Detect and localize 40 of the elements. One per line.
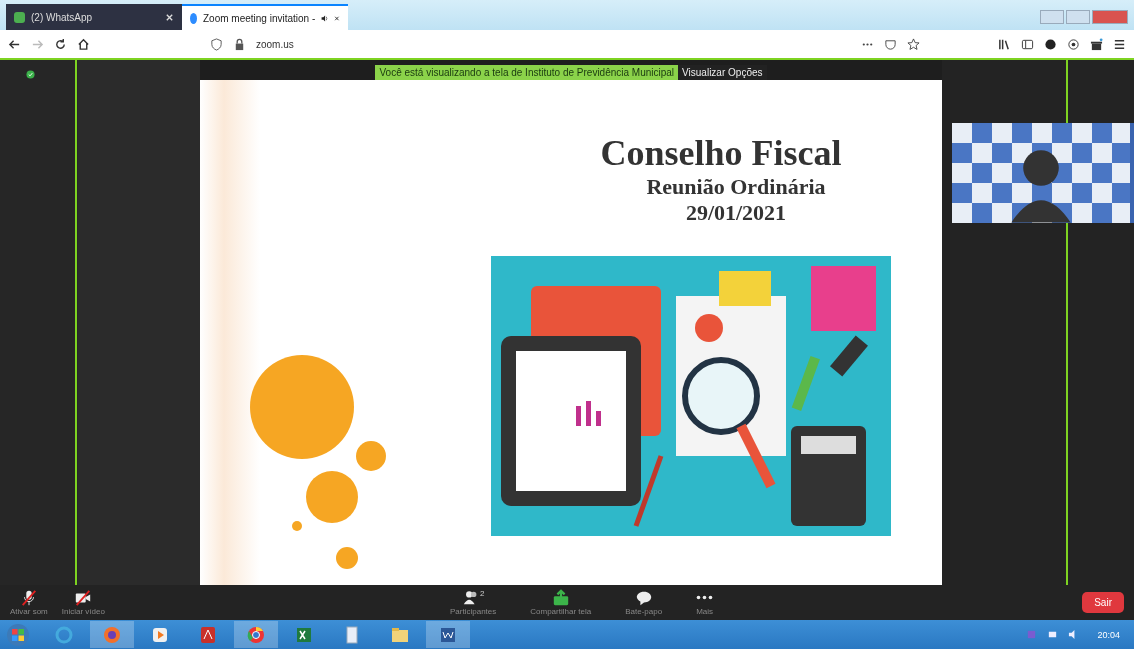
- account-icon[interactable]: [1044, 37, 1057, 51]
- mute-button[interactable]: Ativar som: [10, 589, 48, 616]
- library-icon[interactable]: [998, 37, 1011, 51]
- more-button[interactable]: Mais: [696, 589, 714, 616]
- start-orb-icon[interactable]: [6, 622, 30, 647]
- leave-button[interactable]: Sair: [1082, 592, 1124, 613]
- slide-title: Conselho Fiscal: [600, 132, 842, 174]
- chat-button[interactable]: Bate-papo: [625, 589, 663, 616]
- view-options-button[interactable]: Visualizar Opções: [678, 64, 767, 80]
- shield-icon[interactable]: [210, 37, 223, 51]
- close-icon[interactable]: [165, 12, 174, 22]
- sidebar-icon[interactable]: [1021, 37, 1034, 51]
- taskbar-app-icon[interactable]: [234, 621, 278, 648]
- menu-icon[interactable]: [1113, 37, 1126, 51]
- tab-favicon-icon: [14, 11, 25, 23]
- network-icon[interactable]: [1047, 629, 1059, 640]
- participants-button[interactable]: 2 Participantes: [450, 589, 497, 616]
- star-icon[interactable]: [907, 37, 920, 51]
- browser-tab[interactable]: Zoom meeting invitation -: [182, 4, 348, 30]
- taskbar-app-icon[interactable]: [426, 621, 470, 648]
- share-arrow-icon: [551, 589, 570, 607]
- lock-icon: [233, 37, 246, 51]
- gift-icon[interactable]: [1090, 37, 1103, 51]
- share-button[interactable]: Compartilhar tela: [530, 589, 592, 616]
- address-bar[interactable]: zoom.us: [210, 37, 920, 51]
- shield-check-icon[interactable]: [26, 70, 35, 79]
- taskbar-clock[interactable]: 20:04: [1089, 629, 1128, 640]
- screen-share-notice: Você está visualizando a tela de Instituto de Previdência Municipal: [375, 64, 679, 80]
- participant-count: 2: [479, 589, 485, 598]
- reload-icon[interactable]: [54, 37, 67, 51]
- taskbar-app-icon[interactable]: [90, 621, 134, 648]
- video-button[interactable]: Iniciar vídeo: [61, 589, 105, 616]
- tab-favicon-icon: [190, 12, 197, 24]
- more-dots-icon: [696, 595, 714, 600]
- participant-video[interactable]: [952, 123, 1134, 223]
- slide-subtitle: Reunião Ordinária: [646, 174, 826, 200]
- browser-tab[interactable]: (2) WhatsApp: [6, 4, 182, 30]
- home-icon[interactable]: [77, 37, 90, 51]
- slide-date: 29/01/2021: [685, 200, 787, 226]
- chat-bubble-icon: [634, 589, 653, 607]
